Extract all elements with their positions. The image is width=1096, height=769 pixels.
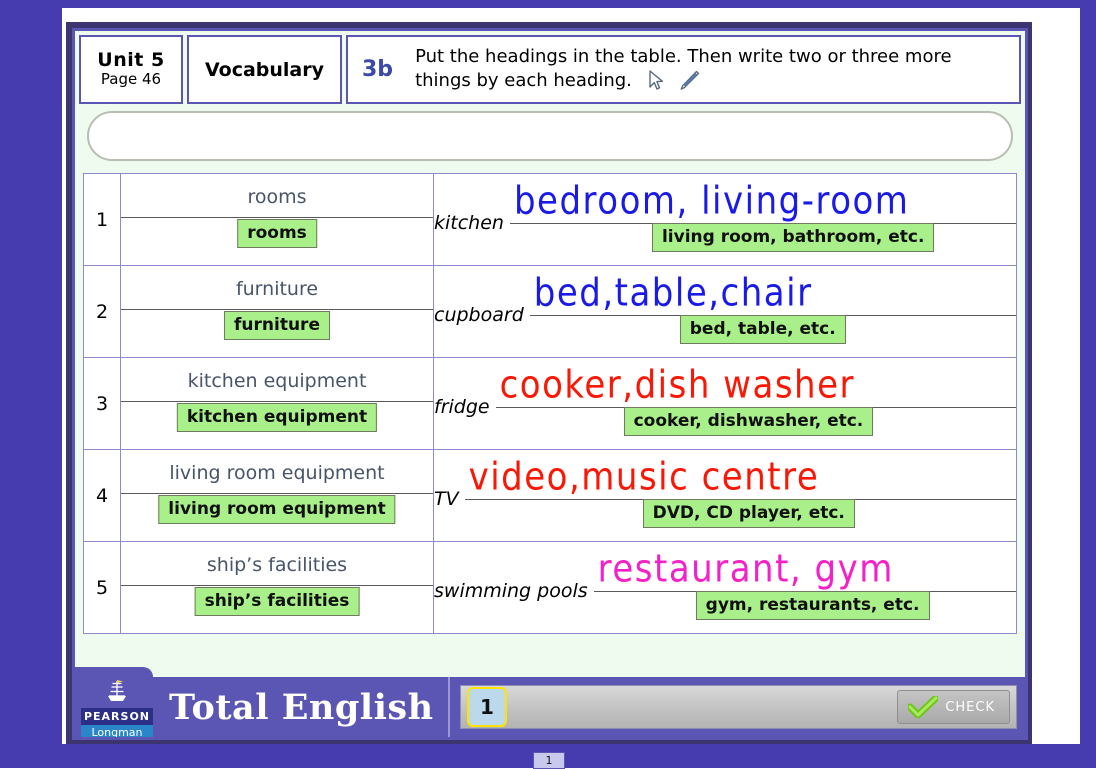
handwritten-answer: video,music centre xyxy=(468,454,820,499)
footer-controls: 1 CHECK xyxy=(448,677,1025,737)
pearson-logo: PEARSON Longman xyxy=(81,678,153,737)
table-row: 2 furniture furniture cupboard bed,table… xyxy=(83,265,1017,358)
row-number: 4 xyxy=(83,449,121,542)
table-row: 3 kitchen equipment kitchen equipment fr… xyxy=(83,357,1017,450)
answer-correct-answer-tooltip: DVD, CD player, etc. xyxy=(642,498,855,528)
exercise-table-area: 1 rooms rooms kitchen bedroom, living-ro… xyxy=(75,161,1025,634)
row-number: 1 xyxy=(83,173,121,266)
table-row: 1 rooms rooms kitchen bedroom, living-ro… xyxy=(83,173,1017,266)
answer-stack: fridge cooker,dish washer cooker, dishwa… xyxy=(434,362,1016,441)
heading-filled-answer: kitchen equipment xyxy=(187,369,367,392)
word-bank-dropzone[interactable] xyxy=(87,111,1013,161)
heading-filled-answer: furniture xyxy=(235,277,319,300)
control-strip: 1 CHECK xyxy=(460,685,1017,729)
check-button-label: CHECK xyxy=(945,699,995,715)
row-number: 5 xyxy=(83,541,121,634)
answer-correct-answer-tooltip: bed, table, etc. xyxy=(679,314,846,344)
example-word: swimming pools xyxy=(434,579,588,602)
heading-blank-stack: kitchen equipment kitchen equipment xyxy=(121,367,433,441)
check-button[interactable]: CHECK xyxy=(897,690,1010,724)
tool-icon-group xyxy=(646,68,702,94)
example-word: fridge xyxy=(434,395,490,418)
cursor-arrow-icon[interactable] xyxy=(646,69,666,93)
handwritten-answer: restaurant, gym xyxy=(597,546,894,591)
unit-page: Page 46 xyxy=(100,70,162,89)
page-edge-left xyxy=(0,0,62,768)
answer-writing-cell[interactable]: kitchen bedroom, living-room living room… xyxy=(433,173,1017,266)
page-edge-top xyxy=(0,0,1096,8)
handwriting-area[interactable]: restaurant, gym gym, restaurants, etc. xyxy=(593,546,1016,625)
heading-blank-stack: rooms rooms xyxy=(121,183,433,257)
task-number: 3b xyxy=(362,57,394,82)
longman-wordmark: Longman xyxy=(81,724,153,737)
heading-correct-answer-tooltip: kitchen equipment xyxy=(176,402,378,432)
app-footer: PEARSON Longman Total English 1 CHECK xyxy=(75,667,1025,737)
heading-answer-cell[interactable]: furniture furniture xyxy=(120,265,434,358)
heading-answer-cell[interactable]: ship’s facilities ship’s facilities xyxy=(120,541,434,634)
heading-correct-answer-tooltip: furniture xyxy=(224,310,330,340)
pen-icon[interactable] xyxy=(676,68,702,94)
exercise-header: Unit 5 Page 46 Vocabulary 3b Put the hea… xyxy=(75,31,1025,104)
heading-blank-stack: ship’s facilities ship’s facilities xyxy=(121,551,433,625)
heading-answer-cell[interactable]: kitchen equipment kitchen equipment xyxy=(120,357,434,450)
check-mark-icon xyxy=(908,696,939,718)
answer-stack: swimming pools restaurant, gym gym, rest… xyxy=(434,546,1016,625)
section-label: Vocabulary xyxy=(187,35,342,104)
heading-blank-line xyxy=(121,400,433,402)
heading-blank-stack: living room equipment living room equipm… xyxy=(121,459,433,533)
exercise-table: 1 rooms rooms kitchen bedroom, living-ro… xyxy=(83,173,1017,634)
heading-correct-answer-tooltip: rooms xyxy=(237,218,317,248)
task-panel: 3b Put the headings in the table. Then w… xyxy=(346,35,1021,104)
exercise-table-body: 1 rooms rooms kitchen bedroom, living-ro… xyxy=(83,173,1017,634)
answer-writing-cell[interactable]: cupboard bed,table,chair bed, table, etc… xyxy=(433,265,1017,358)
heading-blank-line xyxy=(121,492,433,494)
answer-stack: cupboard bed,table,chair bed, table, etc… xyxy=(434,270,1016,349)
row-number: 2 xyxy=(83,265,121,358)
handwriting-area[interactable]: bed,table,chair bed, table, etc. xyxy=(529,270,1016,349)
unit-indicator: Unit 5 Page 46 xyxy=(79,35,183,104)
heading-correct-answer-tooltip: living room equipment xyxy=(158,494,396,524)
answer-stack: TV video,music centre DVD, CD player, et… xyxy=(434,454,1016,533)
heading-filled-answer: rooms xyxy=(247,185,307,208)
page-number-chip[interactable]: 1 xyxy=(467,687,507,727)
word-bank-area xyxy=(75,104,1025,161)
handwritten-answer: bed,table,chair xyxy=(533,270,813,315)
heading-correct-answer-tooltip: ship’s facilities xyxy=(194,586,360,616)
heading-filled-answer: living room equipment xyxy=(169,461,385,484)
exercise-app-window: Unit 5 Page 46 Vocabulary 3b Put the hea… xyxy=(72,28,1028,740)
answer-correct-answer-tooltip: living room, bathroom, etc. xyxy=(651,222,935,252)
example-word: cupboard xyxy=(434,303,524,326)
pearson-wordmark: PEARSON xyxy=(81,707,153,725)
handwritten-answer: cooker,dish washer xyxy=(499,362,855,407)
heading-blank-line xyxy=(121,308,433,310)
heading-filled-answer: ship’s facilities xyxy=(206,553,348,576)
answer-writing-cell[interactable]: fridge cooker,dish washer cooker, dishwa… xyxy=(433,357,1017,450)
table-row: 4 living room equipment living room equi… xyxy=(83,449,1017,542)
handwritten-answer: bedroom, living-room xyxy=(513,178,910,223)
heading-blank-stack: furniture furniture xyxy=(121,275,433,349)
answer-writing-cell[interactable]: swimming pools restaurant, gym gym, rest… xyxy=(433,541,1017,634)
answer-writing-cell[interactable]: TV video,music centre DVD, CD player, et… xyxy=(433,449,1017,542)
heading-blank-line xyxy=(121,584,433,586)
bottom-page-indicator[interactable]: 1 xyxy=(533,752,565,769)
heading-answer-cell[interactable]: living room equipment living room equipm… xyxy=(120,449,434,542)
heading-blank-line xyxy=(121,216,433,218)
ship-icon xyxy=(108,679,126,701)
page-edge-right xyxy=(1080,0,1096,768)
product-title: Total English xyxy=(169,686,434,728)
answer-stack: kitchen bedroom, living-room living room… xyxy=(434,178,1016,257)
unit-title: Unit 5 xyxy=(97,49,165,72)
row-number: 3 xyxy=(83,357,121,450)
handwriting-area[interactable]: cooker,dish washer cooker, dishwasher, e… xyxy=(495,362,1016,441)
task-instruction-wrapper: Put the headings in the table. Then writ… xyxy=(415,45,1009,95)
example-word: TV xyxy=(434,487,459,510)
handwriting-area[interactable]: video,music centre DVD, CD player, etc. xyxy=(464,454,1016,533)
handwriting-area[interactable]: bedroom, living-room living room, bathro… xyxy=(509,178,1016,257)
brand-area: PEARSON Longman Total English xyxy=(75,667,448,737)
example-word: kitchen xyxy=(434,211,504,234)
table-row: 5 ship’s facilities ship’s facilities sw… xyxy=(83,541,1017,634)
answer-correct-answer-tooltip: gym, restaurants, etc. xyxy=(695,590,930,620)
heading-answer-cell[interactable]: rooms rooms xyxy=(120,173,434,266)
answer-correct-answer-tooltip: cooker, dishwasher, etc. xyxy=(623,406,874,436)
